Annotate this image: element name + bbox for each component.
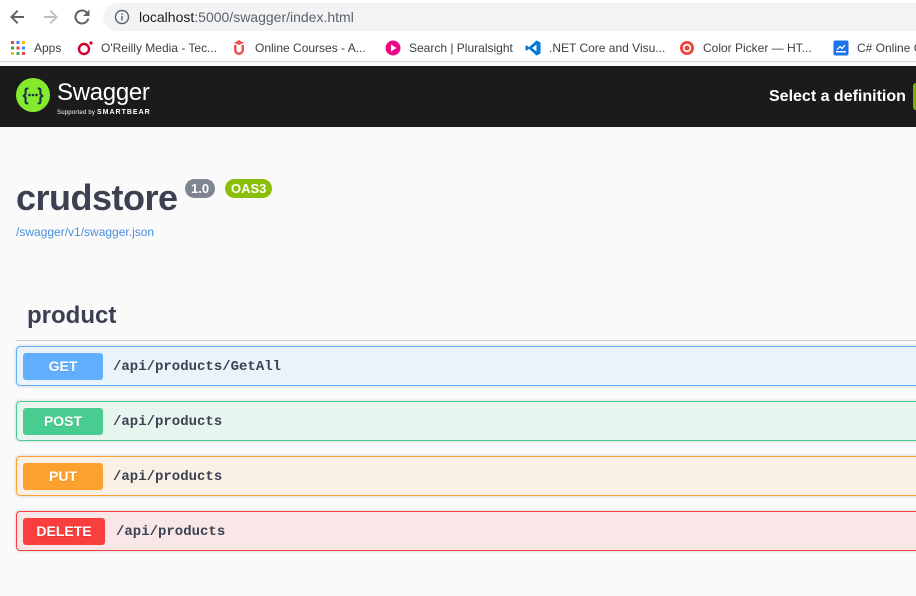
- swagger-logo-icon[interactable]: [15, 77, 51, 113]
- smartbear-text: SMARTBEAR: [96, 109, 151, 116]
- method-badge-delete: DELETE: [23, 518, 105, 545]
- pluralsight-icon: [385, 40, 401, 56]
- select-definition-label: Select a definition: [769, 88, 906, 105]
- info-icon[interactable]: [114, 9, 130, 25]
- url-text[interactable]: localhost:5000/swagger/index.html: [139, 9, 354, 25]
- bookmark-label: Search | Pluralsight: [409, 41, 513, 55]
- bookmark-label: .NET Core and Visu...: [549, 41, 666, 55]
- bookmark-color-picker[interactable]: Color Picker — HT...: [679, 39, 812, 57]
- operation-path: /api/products: [113, 469, 223, 485]
- bookmark-dotnet-core[interactable]: .NET Core and Visu...: [525, 39, 665, 57]
- operation-put-products[interactable]: PUT /api/products: [16, 456, 916, 496]
- bookmark-csharp-online[interactable]: C# Online C: [833, 39, 916, 57]
- swagger-json-link[interactable]: /swagger/v1/swagger.json: [16, 225, 154, 239]
- reload-icon[interactable]: [70, 5, 94, 29]
- oreilly-icon: [77, 41, 93, 56]
- tag-divider: [16, 340, 916, 341]
- operation-delete-products[interactable]: DELETE /api/products: [16, 511, 916, 551]
- swagger-brand-text: Swagger: [57, 79, 150, 106]
- bookmark-label: Apps: [34, 41, 62, 55]
- vscode-icon: [525, 40, 541, 56]
- address-bar[interactable]: localhost:5000/swagger/index.html: [103, 3, 916, 31]
- method-badge-post: POST: [23, 408, 103, 435]
- url-path: :5000/swagger/index.html: [194, 9, 354, 25]
- supported-by-text: Supported by: [57, 110, 96, 116]
- bookmark-label: O'Reilly Media - Tec...: [101, 41, 218, 55]
- method-badge-get: GET: [23, 353, 103, 380]
- color-picker-icon: [680, 41, 694, 55]
- bookmark-oreilly[interactable]: O'Reilly Media - Tec...: [77, 39, 217, 57]
- bookmark-pluralsight[interactable]: Search | Pluralsight: [385, 39, 513, 57]
- bookmark-apps[interactable]: Apps: [10, 39, 61, 57]
- bookmark-label: Online Courses - A...: [255, 41, 366, 55]
- bookmark-udemy[interactable]: Online Courses - A...: [231, 39, 366, 57]
- udemy-icon: [234, 40, 244, 55]
- operation-path: /api/products: [113, 414, 223, 430]
- csharp-online-icon: [833, 40, 849, 56]
- version-badge: 1.0: [185, 179, 216, 198]
- back-arrow-icon[interactable]: [6, 5, 30, 29]
- operation-post-products[interactable]: POST /api/products: [16, 401, 916, 441]
- operation-path: /api/products/GetAll: [113, 359, 282, 375]
- operation-path: /api/products: [116, 524, 226, 540]
- oas-badge: OAS3: [225, 179, 273, 198]
- bookmark-label: C# Online C: [857, 41, 916, 55]
- method-badge-put: PUT: [23, 463, 103, 490]
- bookmark-label: Color Picker — HT...: [703, 41, 812, 55]
- bookmarks-bar: Apps O'Reilly Media - Tec... Online Cour…: [0, 34, 916, 62]
- forward-arrow-icon[interactable]: [38, 5, 62, 29]
- url-host: localhost: [139, 9, 195, 25]
- swagger-topbar: Swagger Supported by SMARTBEAR Select a …: [0, 66, 916, 127]
- operation-get-getall[interactable]: GET /api/products/GetAll: [16, 346, 916, 386]
- api-title: crudstore: [16, 177, 178, 218]
- tag-title-product[interactable]: product: [27, 302, 116, 330]
- browser-toolbar: localhost:5000/swagger/index.html: [0, 0, 916, 34]
- supported-by-smartbear: Supported by SMARTBEAR: [57, 109, 151, 117]
- apps-grid-icon: [11, 41, 25, 55]
